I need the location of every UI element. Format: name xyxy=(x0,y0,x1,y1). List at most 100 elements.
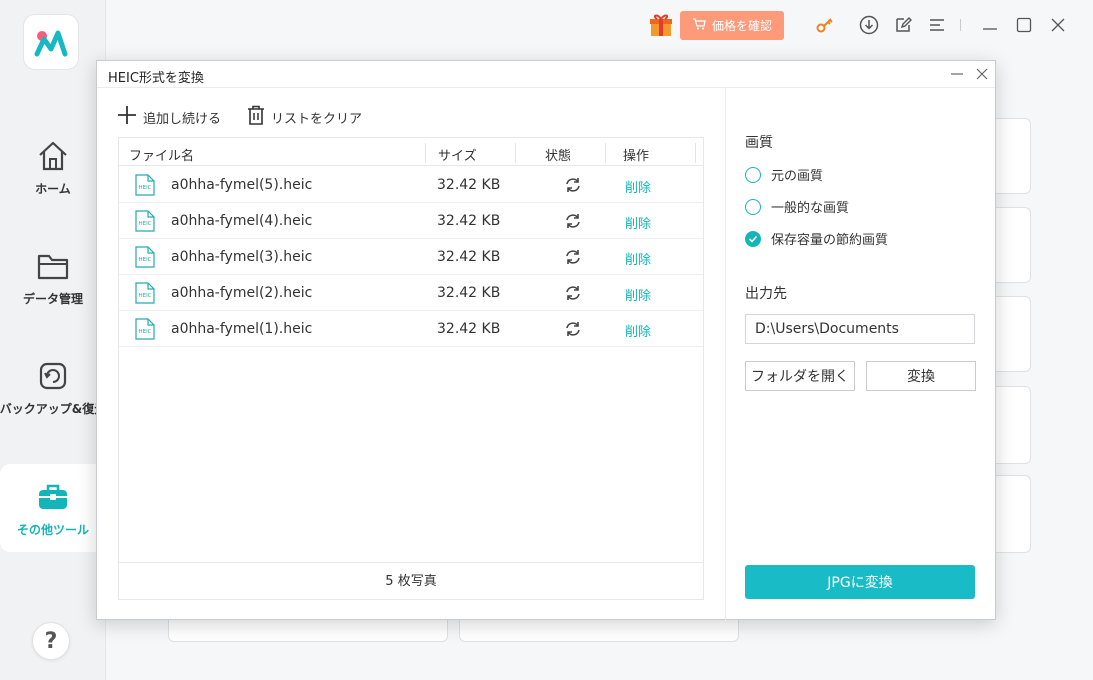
column-header-name: ファイル名 xyxy=(129,149,195,164)
menu-icon[interactable] xyxy=(926,14,948,36)
table-row[interactable]: HEIC a0hha-fymel(1).heic 32.42 KB 削除 xyxy=(119,311,703,347)
download-icon[interactable] xyxy=(858,14,880,36)
app-logo[interactable] xyxy=(23,14,79,70)
refresh-icon xyxy=(564,320,582,338)
radio-checked-icon xyxy=(745,230,761,247)
svg-text:HEIC: HEIC xyxy=(138,221,151,227)
heic-file-icon: HEIC xyxy=(135,282,155,304)
quality-option-original[interactable]: 元の画質 xyxy=(745,165,823,184)
toolbox-icon xyxy=(35,479,71,515)
radio-unchecked-icon xyxy=(745,198,761,215)
close-icon[interactable] xyxy=(1047,14,1069,36)
column-divider xyxy=(605,143,606,163)
backup-icon xyxy=(35,358,71,394)
trash-icon xyxy=(247,105,265,129)
refresh-icon xyxy=(564,212,582,230)
sidebar-item-backup[interactable]: バックアップ&復元 xyxy=(0,342,106,432)
logo-mark xyxy=(34,30,68,57)
column-header-status: 状態 xyxy=(545,149,572,164)
heic-file-icon: HEIC xyxy=(135,318,155,340)
edit-icon[interactable] xyxy=(892,14,914,36)
sidebar-item-other-tools[interactable]: その他ツール xyxy=(0,464,106,552)
output-heading: 出力先 xyxy=(745,286,787,302)
refresh-icon xyxy=(564,284,582,302)
dialog-titlebar: HEIC形式を変換 xyxy=(97,61,995,88)
quality-heading: 画質 xyxy=(745,135,773,151)
file-name: a0hha-fymel(3).heic xyxy=(171,249,313,265)
clear-list-label: リストをクリア xyxy=(271,111,363,127)
help-button[interactable]: ? xyxy=(32,622,70,660)
table-row[interactable]: HEIC a0hha-fymel(3).heic 32.42 KB 削除 xyxy=(119,239,703,275)
svg-text:HEIC: HEIC xyxy=(138,329,151,335)
sidebar-item-label: その他ツール xyxy=(16,522,89,537)
clear-list-button[interactable]: リストをクリア xyxy=(247,105,362,129)
settings-panel: 画質 元の画質 一般的な画質 保存容量の節約画質 出力先 フォルダを開く 変換 … xyxy=(745,88,977,618)
change-path-button[interactable]: 変換 xyxy=(866,361,976,391)
heic-file-icon: HEIC xyxy=(135,174,155,196)
svg-text:HEIC: HEIC xyxy=(138,257,151,263)
maximize-icon[interactable] xyxy=(1013,14,1035,36)
quality-option-saving[interactable]: 保存容量の節約画質 xyxy=(745,229,888,248)
dialog-title: HEIC形式を変換 xyxy=(108,71,204,86)
file-name: a0hha-fymel(5).heic xyxy=(171,177,313,193)
convert-to-jpg-button[interactable]: JPGに変換 xyxy=(745,565,975,599)
refresh-icon xyxy=(564,248,582,266)
svg-text:HEIC: HEIC xyxy=(138,185,151,191)
delete-link[interactable]: 削除 xyxy=(625,285,651,304)
add-more-button[interactable]: 追加し続ける xyxy=(117,105,221,129)
toolbar-divider xyxy=(960,19,961,31)
sidebar: ホーム データ管理 バックアップ&復元 その他ツール ? xyxy=(0,0,106,680)
radio-label: 保存容量の節約画質 xyxy=(771,233,889,248)
output-path-field[interactable] xyxy=(745,314,975,344)
panel-divider xyxy=(725,88,726,620)
file-size: 32.42 KB xyxy=(437,249,501,265)
check-price-button[interactable]: 価格を確認 xyxy=(679,10,784,40)
file-size: 32.42 KB xyxy=(437,213,501,229)
table-row[interactable]: HEIC a0hha-fymel(4).heic 32.42 KB 削除 xyxy=(119,203,703,239)
radio-label: 一般的な画質 xyxy=(771,201,850,216)
svg-text:HEIC: HEIC xyxy=(138,293,151,299)
key-icon[interactable] xyxy=(814,14,836,36)
file-name: a0hha-fymel(4).heic xyxy=(171,213,313,229)
heic-file-icon: HEIC xyxy=(135,246,155,268)
sidebar-item-label: バックアップ&復元 xyxy=(0,401,107,416)
file-table: ファイル名 サイズ 状態 操作 HEIC a0hha-fymel(5).heic… xyxy=(118,137,704,600)
radio-unchecked-icon xyxy=(745,166,761,183)
column-header-size: サイズ xyxy=(438,149,477,164)
table-row[interactable]: HEIC a0hha-fymel(5).heic 32.42 KB 削除 xyxy=(119,167,703,203)
file-size: 32.42 KB xyxy=(437,285,501,301)
delete-link[interactable]: 削除 xyxy=(625,249,651,268)
quality-option-normal[interactable]: 一般的な画質 xyxy=(745,197,849,216)
photo-count: 5 枚写真 xyxy=(119,562,703,599)
column-divider xyxy=(695,143,696,163)
plus-icon xyxy=(117,105,137,129)
dialog-minimize-icon[interactable] xyxy=(949,66,965,82)
heic-file-icon: HEIC xyxy=(135,210,155,232)
check-price-label: 価格を確認 xyxy=(711,18,772,33)
file-name: a0hha-fymel(1).heic xyxy=(171,321,313,337)
gift-icon[interactable] xyxy=(648,12,674,38)
minimize-icon[interactable] xyxy=(979,14,1001,36)
file-size: 32.42 KB xyxy=(437,177,501,193)
add-more-label: 追加し続ける xyxy=(143,111,222,127)
delete-link[interactable]: 削除 xyxy=(625,213,651,232)
column-header-action: 操作 xyxy=(623,149,650,164)
sidebar-item-home[interactable]: ホーム xyxy=(0,122,106,212)
delete-link[interactable]: 削除 xyxy=(625,321,651,340)
sidebar-item-data-management[interactable]: データ管理 xyxy=(0,232,106,322)
file-toolbar: 追加し続ける リストをクリア xyxy=(117,105,388,129)
cart-icon xyxy=(692,17,706,33)
home-icon xyxy=(35,138,71,174)
column-divider xyxy=(425,143,426,163)
open-folder-button[interactable]: フォルダを開く xyxy=(745,361,855,391)
table-row[interactable]: HEIC a0hha-fymel(2).heic 32.42 KB 削除 xyxy=(119,275,703,311)
top-toolbar: 価格を確認 xyxy=(648,10,1069,40)
file-size: 32.42 KB xyxy=(437,321,501,337)
dialog-close-icon[interactable] xyxy=(974,66,990,82)
radio-label: 元の画質 xyxy=(771,169,824,184)
sidebar-item-label: ホーム xyxy=(35,181,71,196)
delete-link[interactable]: 削除 xyxy=(625,177,651,196)
heic-convert-dialog: HEIC形式を変換 追加し続ける リストをクリア ファイル名 サイズ 状態 操作… xyxy=(96,60,996,620)
folder-icon xyxy=(35,248,71,284)
column-divider xyxy=(515,143,516,163)
